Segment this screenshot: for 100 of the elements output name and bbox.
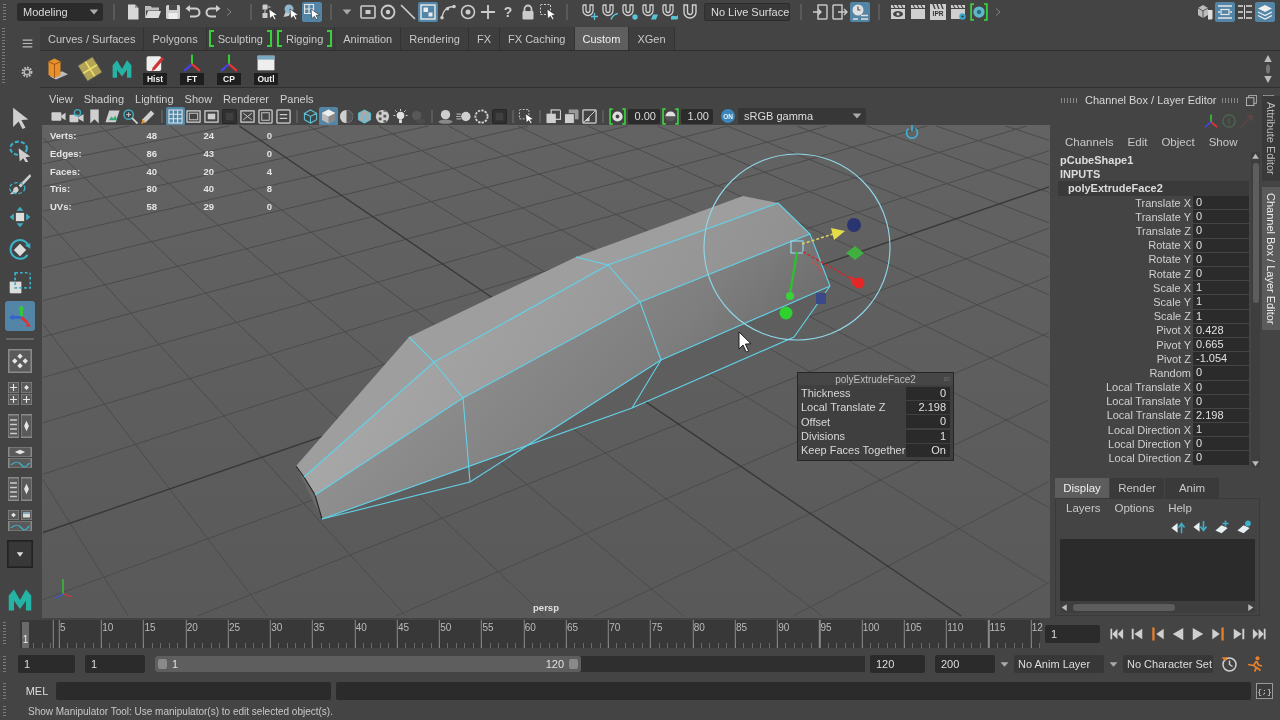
shelf-scroll-icon[interactable] bbox=[1262, 55, 1274, 83]
shelf-tab[interactable]: Sculpting bbox=[206, 27, 275, 50]
camera-gear-icon[interactable] bbox=[69, 108, 84, 124]
grid-cursor-icon[interactable] bbox=[302, 2, 322, 22]
horizontal-scrollbar[interactable] bbox=[1060, 601, 1255, 613]
curve-panel-icon[interactable] bbox=[8, 458, 32, 468]
attribute-label[interactable]: Local Direction X bbox=[1058, 423, 1193, 436]
attribute-field[interactable]: 1 bbox=[1193, 309, 1249, 323]
sphere-shadow-icon[interactable] bbox=[438, 108, 453, 124]
vertical-scrollbar[interactable] bbox=[1251, 152, 1260, 468]
scrollbar-thumb[interactable] bbox=[1073, 603, 1175, 611]
arrow-out-of-box-icon[interactable] bbox=[832, 4, 848, 20]
step-forward-icon[interactable] bbox=[1231, 627, 1246, 641]
menu-item[interactable]: View bbox=[49, 92, 73, 105]
image-frame-icon[interactable] bbox=[258, 108, 273, 124]
view-transform-dropdown[interactable]: sRGB gamma bbox=[738, 108, 866, 124]
attribute-field[interactable]: 0 bbox=[1193, 252, 1249, 266]
attribute-label[interactable]: Rotate Y bbox=[1058, 253, 1193, 266]
save-icon[interactable] bbox=[165, 4, 181, 20]
grid-icon[interactable] bbox=[166, 106, 185, 126]
slider-handle-icon[interactable] bbox=[569, 659, 578, 669]
power-icon[interactable] bbox=[905, 125, 919, 140]
maya-logo-icon[interactable] bbox=[6, 588, 34, 612]
window-panel-icon[interactable] bbox=[21, 510, 32, 520]
framed-square-icon[interactable] bbox=[360, 4, 376, 20]
language-button[interactable]: MEL bbox=[20, 682, 54, 700]
layer-plus-icon[interactable] bbox=[1215, 520, 1229, 534]
bracketed-aperture-icon[interactable] bbox=[609, 107, 626, 125]
move-manipulator[interactable] bbox=[703, 153, 891, 341]
rotate-icon[interactable] bbox=[9, 239, 31, 261]
skip-forward-icon[interactable] bbox=[1252, 627, 1267, 641]
axes-icon[interactable] bbox=[1204, 114, 1218, 128]
setting-field[interactable]: 0 bbox=[906, 386, 950, 400]
open-folder-icon[interactable] bbox=[145, 4, 161, 20]
character-set-dropdown[interactable]: No Character Set bbox=[1123, 655, 1213, 673]
attribute-label[interactable]: Local Translate X bbox=[1058, 381, 1193, 394]
wireframe-cube-icon[interactable] bbox=[303, 108, 318, 124]
anim-layer-dropdown[interactable]: No Anim Layer bbox=[1014, 655, 1104, 673]
attribute-label[interactable]: Translate X bbox=[1058, 196, 1193, 209]
bracketed-lens-icon[interactable] bbox=[970, 3, 988, 21]
attribute-field[interactable]: 0 bbox=[1193, 210, 1249, 224]
attribute-label[interactable]: Translate Y bbox=[1058, 210, 1193, 223]
side-tab[interactable]: Attribute Editor bbox=[1262, 96, 1280, 181]
layer-tab[interactable]: Render bbox=[1110, 478, 1164, 498]
diamond-panel-icon[interactable] bbox=[21, 382, 32, 393]
magnet-curve-icon[interactable] bbox=[602, 4, 618, 20]
attribute-label[interactable]: Scale X bbox=[1058, 281, 1193, 294]
undo-icon[interactable] bbox=[185, 4, 201, 20]
setting-field[interactable]: On bbox=[906, 443, 950, 457]
menu-item[interactable]: Edit bbox=[1127, 136, 1148, 148]
attribute-field[interactable]: 0 bbox=[1193, 437, 1249, 451]
menu-item[interactable]: Shading bbox=[83, 92, 125, 105]
lock-icon[interactable] bbox=[520, 4, 536, 20]
shelf-button[interactable]: FT bbox=[180, 53, 204, 85]
clapper-icon[interactable] bbox=[910, 4, 926, 20]
side-tab[interactable]: Channel Box / Layer Editor bbox=[1262, 186, 1280, 331]
filled-frame-icon[interactable] bbox=[204, 108, 219, 124]
exposure-field[interactable]: 0.00 bbox=[628, 108, 660, 124]
layer-arrow-down-icon[interactable] bbox=[1193, 520, 1207, 534]
shelf-tab[interactable]: Animation bbox=[335, 27, 402, 50]
menu-item[interactable]: Layers bbox=[1066, 502, 1101, 514]
settings-icon[interactable] bbox=[21, 66, 33, 78]
dropdown-panel-icon[interactable] bbox=[7, 540, 33, 568]
diagonal-frame-icon[interactable] bbox=[582, 108, 597, 124]
attribute-field[interactable]: 2.198 bbox=[1193, 408, 1249, 423]
attribute-field[interactable]: 0 bbox=[1193, 380, 1249, 394]
dashed-ring-icon[interactable] bbox=[474, 108, 489, 124]
setting-field[interactable]: 0 bbox=[906, 415, 950, 429]
menu-item[interactable]: Options bbox=[1114, 502, 1155, 514]
attribute-field[interactable]: 0 bbox=[1193, 224, 1249, 238]
shelf-tab[interactable]: FX bbox=[468, 27, 500, 50]
scroll-down-icon[interactable] bbox=[1251, 459, 1260, 468]
bookmark-icon[interactable] bbox=[87, 108, 102, 124]
gamma-field[interactable]: 1.00 bbox=[681, 108, 713, 124]
list-panel-icon[interactable] bbox=[8, 477, 19, 501]
shelf-button[interactable]: Hist bbox=[143, 53, 167, 85]
menu-item[interactable]: Lighting bbox=[135, 92, 174, 105]
diamond-panel-icon[interactable] bbox=[8, 447, 32, 457]
shelf-tab[interactable]: Curves / Surfaces bbox=[40, 27, 145, 50]
magnet-surface-icon[interactable] bbox=[662, 4, 678, 20]
diamond-panel-icon[interactable] bbox=[21, 477, 32, 501]
range-slider-bar[interactable] bbox=[155, 656, 581, 672]
attribute-field[interactable]: 0.665 bbox=[1193, 337, 1249, 352]
attribute-label[interactable]: Translate Z bbox=[1058, 225, 1193, 238]
command-input-field[interactable] bbox=[56, 682, 331, 700]
attribute-label[interactable]: Pivot Y bbox=[1058, 338, 1193, 351]
redo-icon[interactable] bbox=[205, 4, 221, 20]
caret-icon[interactable] bbox=[1109, 659, 1118, 669]
menu-item[interactable]: Object bbox=[1161, 136, 1195, 148]
diagonal-line-icon[interactable] bbox=[400, 4, 416, 20]
grid-plane-icon[interactable] bbox=[77, 56, 103, 82]
shelf-tab[interactable]: XGen bbox=[629, 27, 675, 50]
attribute-label[interactable]: Local Direction Z bbox=[1058, 452, 1193, 465]
current-frame-marker[interactable]: 1 bbox=[22, 622, 29, 648]
new-file-icon[interactable] bbox=[125, 4, 141, 20]
attribute-label[interactable]: Scale Y bbox=[1058, 295, 1193, 308]
attribute-label[interactable]: Pivot X bbox=[1058, 324, 1193, 337]
caret-icon[interactable] bbox=[342, 7, 352, 17]
clock-list-icon[interactable] bbox=[850, 2, 870, 22]
attribute-field[interactable]: -1.054 bbox=[1193, 352, 1249, 366]
